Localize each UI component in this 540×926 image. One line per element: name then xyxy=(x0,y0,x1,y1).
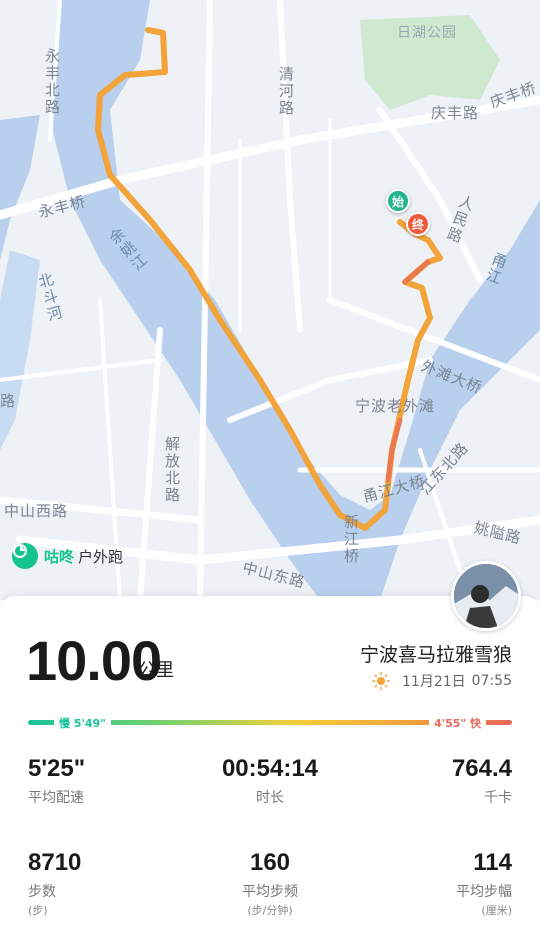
stat-unit: (步) xyxy=(28,904,48,917)
pace-fast-label: 4'55" 快 xyxy=(429,713,486,733)
stat-value: 764.4 xyxy=(451,755,512,782)
activity-type: 户外跑 xyxy=(78,547,124,566)
map-label-area: 宁波老外滩 xyxy=(355,397,436,415)
stat-calories: 764.4 千卡 xyxy=(352,755,512,807)
start-marker[interactable]: 始 xyxy=(386,189,410,213)
stat-label: 千卡 xyxy=(484,790,512,806)
map-label-road: 中山西路 xyxy=(4,502,69,520)
river-west-shape xyxy=(0,115,40,260)
avatar[interactable] xyxy=(451,561,521,631)
route-fast-segment xyxy=(402,259,431,285)
map-label-bridge: 新江桥 xyxy=(342,514,360,565)
map-label-park: 日湖公园 xyxy=(397,25,457,41)
stat-label: 平均步幅 xyxy=(456,884,512,900)
route-map[interactable]: 日湖公园 永丰北路 清河路 庆丰路 庆丰桥 永丰桥 余姚江 人民路 甬江 北斗河… xyxy=(0,0,540,600)
stat-value: 5'25" xyxy=(28,755,86,782)
stat-avg-pace: 5'25" 平均配速 xyxy=(28,755,188,807)
stat-unit: (步/分钟) xyxy=(247,904,293,917)
stat-value: 160 xyxy=(249,849,291,876)
distance-unit: 公里 xyxy=(138,660,174,681)
end-marker[interactable]: 终 xyxy=(406,212,430,236)
map-label-road: 路 xyxy=(0,392,17,410)
stat-value: 114 xyxy=(473,849,512,876)
date-row: 11月21日 07:55 xyxy=(372,671,512,691)
stat-label: 步数 xyxy=(28,884,56,900)
user-photo-icon xyxy=(454,564,518,628)
map-label-road: 庆丰路 xyxy=(431,104,480,122)
stat-label: 时长 xyxy=(256,790,284,806)
stat-unit: (厘米) xyxy=(481,904,512,917)
sun-icon xyxy=(372,672,390,690)
codoon-logo-icon xyxy=(12,543,38,569)
map-label-road: 清河路 xyxy=(277,66,295,117)
map-canvas xyxy=(0,0,540,600)
brand-name: 咕咚 xyxy=(44,547,75,566)
pace-range-bar: 慢 5'49" 4'55" 快 xyxy=(28,713,512,733)
stat-duration: 00:54:14 时长 xyxy=(190,755,350,807)
stat-label: 平均步频 xyxy=(242,884,298,900)
brand-badge: 咕咚 户外跑 xyxy=(12,543,123,569)
stat-value: 8710 xyxy=(28,849,82,876)
activity-date: 11月21日 xyxy=(402,674,466,690)
stat-stride: 114 平均步幅 (厘米) xyxy=(352,849,512,918)
map-label-road: 解放北路 xyxy=(163,436,181,504)
stat-steps: 8710 步数 (步) xyxy=(28,849,188,918)
map-label-road: 永丰北路 xyxy=(43,48,61,116)
pace-slow-label: 慢 5'49" xyxy=(54,713,111,733)
activity-time: 07:55 xyxy=(471,673,512,689)
stat-cadence: 160 平均步频 (步/分钟) xyxy=(190,849,350,918)
stat-label: 平均配速 xyxy=(28,790,84,806)
stat-value: 00:54:14 xyxy=(221,755,319,782)
username: 宁波喜马拉雅雪狼 xyxy=(359,644,512,666)
